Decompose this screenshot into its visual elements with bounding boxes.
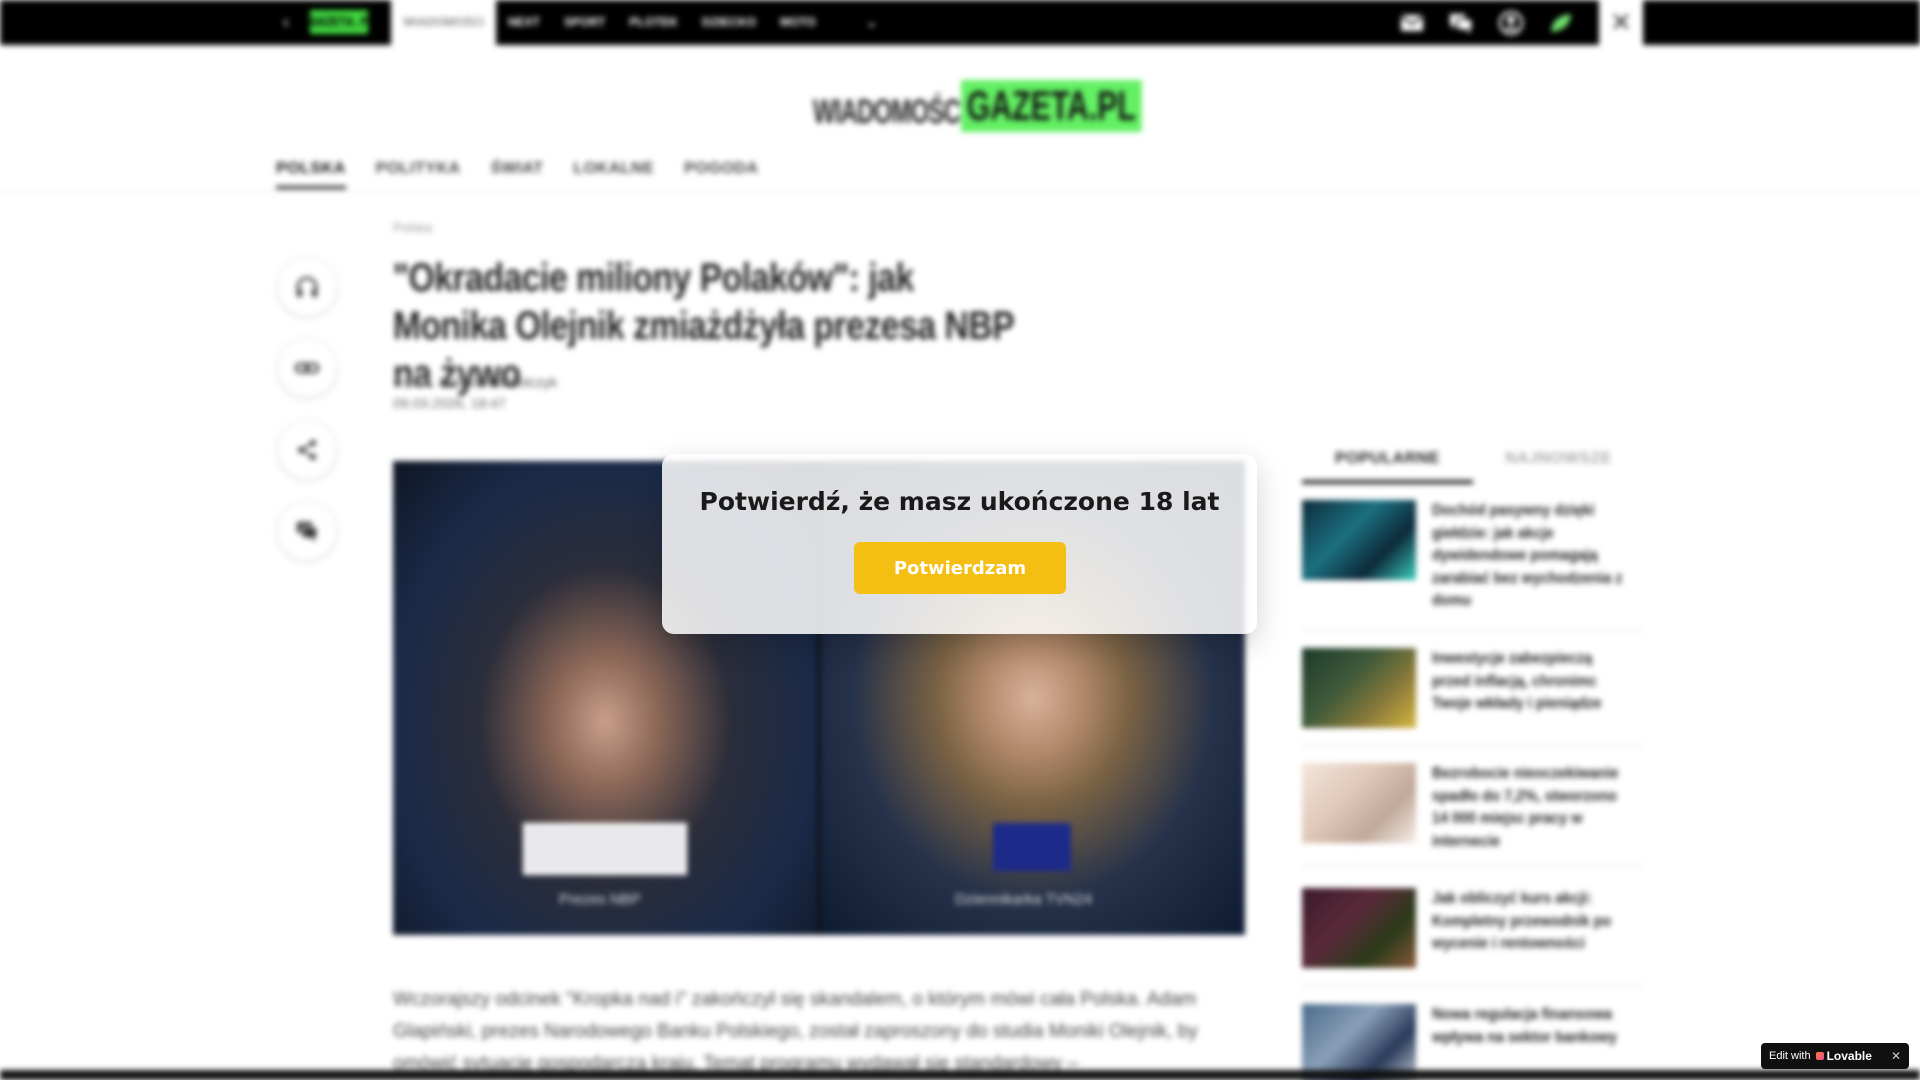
headphones-icon <box>296 276 318 297</box>
thumbnail-image <box>1302 1004 1416 1080</box>
article-date: 09.03.2026, 18:47 <box>393 395 506 411</box>
badge-prefix: Edit with <box>1769 1050 1811 1062</box>
author-name[interactable]: Natalia Pacholczyk <box>439 374 557 390</box>
nav-next[interactable]: NEXT <box>508 0 540 45</box>
list-item[interactable]: Jak obliczyć kurs akcji: Kompletny przew… <box>1302 888 1644 986</box>
thumbnail-image <box>1302 500 1416 580</box>
list-item[interactable]: Dochód pasywny dzięki giełdzie: jak akcj… <box>1302 500 1644 630</box>
tab-popularne[interactable]: POPULARNE <box>1302 440 1473 484</box>
list-item[interactable]: Bezrobocie nieoczekiwanie spadło do 7,2%… <box>1302 763 1644 867</box>
nav-moto[interactable]: MOTO <box>780 0 816 45</box>
logo-gazeta: GAZETA.PL <box>961 80 1142 132</box>
top-bar: ‹ GAZETA.PL WIADOMOŚCI NEXT SPORT PLOTEK… <box>0 0 1920 45</box>
section-pogoda[interactable]: POGODA <box>684 160 758 189</box>
hero-right-caption: Dziennikarka TVN24 <box>955 891 1093 908</box>
nav-plotek[interactable]: PLOTEK <box>629 0 678 45</box>
back-chevron-icon[interactable]: ‹ <box>283 12 289 33</box>
list-item-title: Jak obliczyć kurs akcji: Kompletny przew… <box>1432 890 1612 952</box>
section-polityka[interactable]: POLITYKA <box>376 160 461 189</box>
leaf-icon[interactable] <box>1548 10 1574 36</box>
bottom-bar <box>0 1070 1920 1080</box>
tab-najnowsze[interactable]: NAJNOWSZE <box>1473 440 1644 484</box>
chat-icon[interactable] <box>1448 10 1474 36</box>
byline-label: Oprac. <box>393 374 436 390</box>
list-item-title: Bezrobocie nieoczekiwanie spadło do 7,2%… <box>1432 765 1619 850</box>
badge-brand: Lovable <box>1826 1049 1872 1063</box>
section-lokalne[interactable]: LOKALNE <box>573 160 654 189</box>
lovable-heart-icon <box>1815 1052 1824 1060</box>
comments-icon <box>297 522 318 542</box>
nbp-logo-tag <box>523 823 687 875</box>
share-icon <box>298 440 316 460</box>
divider <box>0 191 1920 192</box>
badge-close-icon[interactable]: ✕ <box>1891 1049 1901 1063</box>
share-button[interactable] <box>278 421 336 479</box>
sidebar-tabs: POPULARNE NAJNOWSZE <box>1302 440 1644 484</box>
list-item-title: Dochód pasywny dzięki giełdzie: jak akcj… <box>1432 502 1623 609</box>
site-logo[interactable]: WIADOMOŚCI GAZETA.PL <box>813 72 1212 132</box>
listen-button[interactable] <box>278 258 336 316</box>
section-swiat[interactable]: ŚWIAT <box>491 160 544 189</box>
thumbnail-image <box>1302 763 1416 843</box>
article-kicker[interactable]: Polska <box>393 220 432 235</box>
chevron-down-icon[interactable]: ⌄ <box>865 12 878 32</box>
lovable-badge[interactable]: Edit with Lovable ✕ <box>1761 1043 1909 1069</box>
hero-left-caption: Prezes NBP <box>559 891 641 908</box>
nav-dziecko[interactable]: DZIECKO <box>702 0 756 45</box>
byline: Oprac. Natalia Pacholczyk <box>393 374 557 390</box>
list-item-title: Inwestycje zabezpieczą przed inflacją, c… <box>1432 650 1602 712</box>
tvn-logo-tag <box>993 823 1071 871</box>
article-body: Wczorajszy odcinek "Kropka nad i" zakońc… <box>393 989 1198 1074</box>
top-nav: NEXT SPORT PLOTEK DZIECKO MOTO <box>508 0 840 45</box>
list-item[interactable]: Nowa regulacja finansowa wpływa na sekto… <box>1302 1004 1644 1080</box>
gazeta-logo[interactable]: GAZETA.PL <box>310 10 375 34</box>
account-icon[interactable] <box>1498 10 1524 36</box>
section-polska[interactable]: POLSKA <box>276 160 346 189</box>
list-item[interactable]: Inwestycje zabezpieczą przed inflacją, c… <box>1302 648 1644 746</box>
link-icon <box>294 362 320 374</box>
copy-link-button[interactable] <box>278 339 336 397</box>
close-button[interactable]: ✕ <box>1599 0 1643 45</box>
logo-wiadomosci: WIADOMOŚCI <box>813 93 967 131</box>
section-nav: POLSKA POLITYKA ŚWIAT LOKALNE POGODA <box>276 160 788 189</box>
mail-icon[interactable] <box>1399 10 1425 36</box>
age-confirmation-modal: Potwierdź, że masz ukończone 18 lat Potw… <box>662 454 1257 634</box>
modal-title: Potwierdź, że masz ukończone 18 lat <box>699 487 1220 516</box>
comments-button[interactable] <box>278 502 336 560</box>
nav-sport[interactable]: SPORT <box>564 0 605 45</box>
tab-wiadomosci[interactable]: WIADOMOŚCI <box>391 0 496 45</box>
thumbnail-image <box>1302 648 1416 728</box>
list-item-title: Nowa regulacja finansowa wpływa na sekto… <box>1432 1006 1617 1046</box>
confirm-age-button[interactable]: Potwierdzam <box>854 542 1066 594</box>
thumbnail-image <box>1302 888 1416 968</box>
